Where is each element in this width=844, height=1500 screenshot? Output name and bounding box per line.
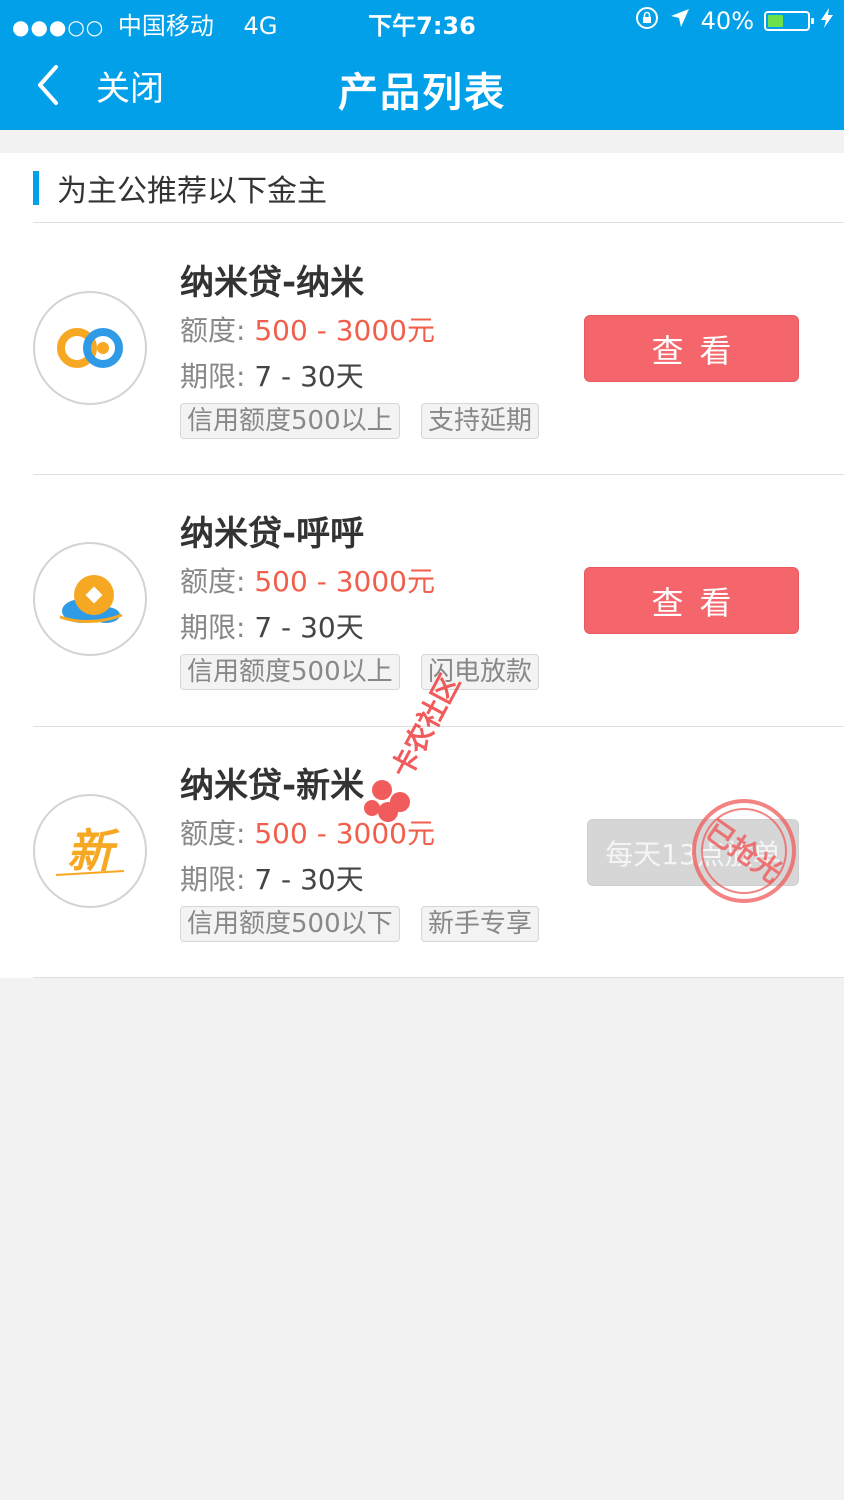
status-right: 40% xyxy=(635,6,834,36)
view-button[interactable]: 查看 xyxy=(584,315,799,382)
product-card: 新 纳米贷-新米 额度: 500 - 3000元 期限: 7 - 30天 信用额… xyxy=(0,727,844,978)
charging-bolt-icon xyxy=(820,7,834,35)
term-label: 期限: xyxy=(180,611,246,644)
amount-value: 500 - 3000元 xyxy=(254,565,435,598)
product-tag: 信用额度500以下 xyxy=(180,906,400,942)
section-accent-bar xyxy=(33,171,39,205)
product-name: 纳米贷-纳米 xyxy=(180,263,365,303)
product-logo xyxy=(33,291,147,405)
term-value: 7 - 30天 xyxy=(254,360,364,393)
product-panel: 为主公推荐以下金主 纳米贷-纳米 额度: 500 - 3000元 期限: 7 -… xyxy=(0,153,844,978)
battery-percent: 40% xyxy=(700,7,754,35)
amount-value: 500 - 3000元 xyxy=(254,314,435,347)
term-row: 期限: 7 - 30天 xyxy=(180,355,364,395)
rotation-lock-icon xyxy=(635,6,659,36)
location-arrow-icon xyxy=(669,7,691,35)
battery-icon xyxy=(764,11,814,31)
term-row: 期限: 7 - 30天 xyxy=(180,858,364,898)
amount-label: 额度: xyxy=(180,565,246,598)
xin-character-icon: 新 xyxy=(55,824,125,878)
amount-value: 500 - 3000元 xyxy=(254,817,435,850)
product-card: 纳米贷-纳米 额度: 500 - 3000元 期限: 7 - 30天 信用额度5… xyxy=(0,223,844,474)
amount-row: 额度: 500 - 3000元 xyxy=(180,309,435,349)
term-value: 7 - 30天 xyxy=(254,611,364,644)
product-name: 纳米贷-新米 xyxy=(180,766,365,806)
term-label: 期限: xyxy=(180,360,246,393)
infinity-coins-icon xyxy=(57,328,123,368)
product-tag: 支持延期 xyxy=(421,403,540,439)
product-tag: 信用额度500以上 xyxy=(180,403,400,439)
product-tag: 新手专享 xyxy=(421,906,540,942)
top-bar: ●●●○○ 中国移动 4G 下午7:36 40% 关闭 产品列表 xyxy=(0,0,844,130)
view-button[interactable]: 查看 xyxy=(584,567,799,634)
amount-label: 额度: xyxy=(180,817,246,850)
product-card: 纳米贷-呼呼 额度: 500 - 3000元 期限: 7 - 30天 信用额度5… xyxy=(0,475,844,726)
product-name: 纳米贷-呼呼 xyxy=(180,514,365,554)
nav-bar: 关闭 产品列表 xyxy=(0,42,844,130)
gold-coin-icon xyxy=(59,575,123,624)
release-time-button: 每天13点放单 xyxy=(587,819,799,886)
section-header: 为主公推荐以下金主 xyxy=(33,170,327,209)
term-label: 期限: xyxy=(180,863,246,896)
page-title: 产品列表 xyxy=(338,70,506,116)
product-logo xyxy=(33,542,147,656)
amount-row: 额度: 500 - 3000元 xyxy=(180,560,435,600)
term-value: 7 - 30天 xyxy=(254,863,364,896)
product-logo: 新 xyxy=(33,794,147,908)
divider xyxy=(33,977,844,978)
svg-text:新: 新 xyxy=(67,824,120,878)
section-title: 为主公推荐以下金主 xyxy=(57,174,327,209)
amount-row: 额度: 500 - 3000元 xyxy=(180,812,435,852)
product-tag: 闪电放款 xyxy=(421,654,540,690)
term-row: 期限: 7 - 30天 xyxy=(180,606,364,646)
product-tag: 信用额度500以上 xyxy=(180,654,400,690)
amount-label: 额度: xyxy=(180,314,246,347)
status-bar: ●●●○○ 中国移动 4G 下午7:36 40% xyxy=(0,0,844,42)
battery-fill xyxy=(768,15,783,27)
